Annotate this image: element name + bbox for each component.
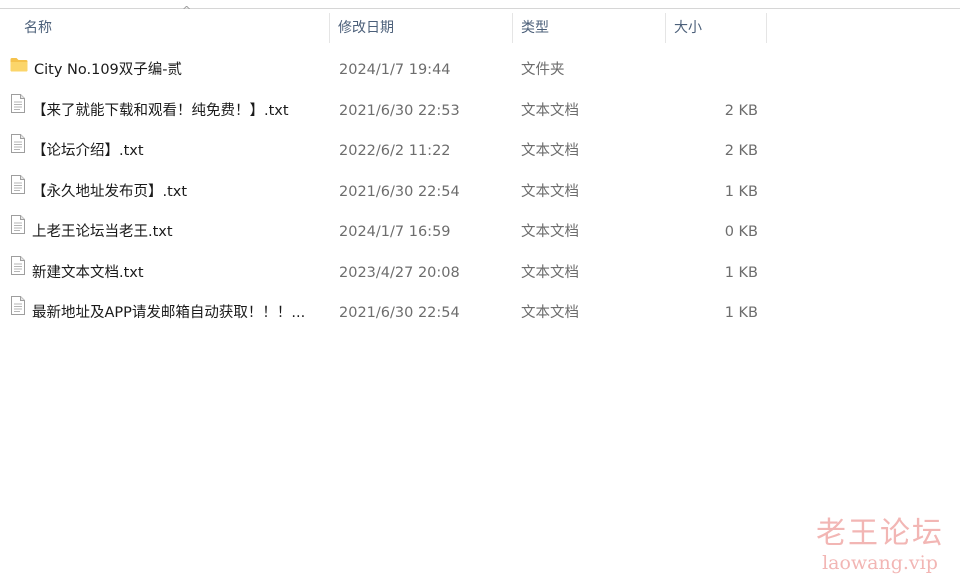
file-name-cell: City No.109双子编-贰 — [10, 50, 330, 91]
column-header-type[interactable]: 类型 — [513, 9, 666, 47]
sort-ascending-icon: ^ — [182, 4, 192, 17]
file-size: 0 KB — [724, 224, 758, 240]
column-header-type-label: 类型 — [521, 20, 549, 36]
file-row[interactable]: 【论坛介绍】.txt 2022/6/2 11:22 文本文档 2 KB — [0, 131, 780, 172]
file-type: 文本文档 — [521, 102, 579, 119]
text-file-icon — [10, 91, 26, 130]
text-file-icon — [10, 293, 26, 332]
file-name-cell: 【论坛介绍】.txt — [10, 131, 330, 172]
file-type: 文本文档 — [521, 143, 579, 159]
file-name: 【永久地址发布页】.txt — [32, 183, 188, 200]
file-row[interactable]: 上老王论坛当老王.txt 2024/1/7 16:59 文本文档 0 KB — [0, 212, 780, 253]
file-list: City No.109双子编-贰 2024/1/7 19:44 文件夹 【来了就… — [0, 50, 960, 334]
column-header-date-label: 修改日期 — [338, 20, 394, 36]
file-row[interactable]: 【永久地址发布页】.txt 2021/6/30 22:54 文本文档 1 KB — [0, 172, 780, 213]
text-file-icon — [10, 172, 26, 211]
file-name-cell: 新建文本文档.txt — [10, 253, 330, 294]
file-name-cell: 最新地址及APP请发邮箱自动获取！！！... — [10, 293, 330, 334]
text-file-icon — [10, 131, 26, 170]
column-header-size-label: 大小 — [674, 20, 702, 36]
file-date: 2021/6/30 22:53 — [339, 102, 460, 119]
text-file-icon — [10, 212, 26, 251]
file-type: 文件夹 — [521, 62, 565, 78]
file-name-cell: 上老王论坛当老王.txt — [10, 212, 330, 253]
file-size: 2 KB — [724, 102, 758, 119]
column-header-row: 名称 ^ 修改日期 类型 大小 — [0, 5, 960, 47]
file-name: 【论坛介绍】.txt — [32, 143, 144, 159]
file-name-cell: 【来了就能下载和观看！纯免费！】.txt — [10, 91, 330, 132]
file-date: 2022/6/2 11:22 — [339, 143, 451, 159]
file-row[interactable]: 新建文本文档.txt 2023/4/27 20:08 文本文档 1 KB — [0, 253, 780, 294]
column-header-size[interactable]: 大小 — [666, 9, 767, 47]
text-file-icon — [10, 253, 26, 292]
file-size: 2 KB — [724, 143, 758, 159]
file-name: City No.109双子编-贰 — [34, 62, 183, 78]
file-type: 文本文档 — [521, 305, 579, 321]
site-watermark: 老王论坛 laowang.vip — [816, 516, 944, 574]
column-header-name[interactable]: 名称 ^ — [16, 5, 330, 47]
file-row[interactable]: 最新地址及APP请发邮箱自动获取！！！... 2021/6/30 22:54 文… — [0, 293, 780, 334]
file-size: 1 KB — [724, 305, 758, 321]
file-size — [668, 50, 758, 91]
folder-icon — [10, 50, 28, 89]
file-date: 2021/6/30 22:54 — [339, 183, 460, 200]
file-row[interactable]: 【来了就能下载和观看！纯免费！】.txt 2021/6/30 22:53 文本文… — [0, 91, 780, 132]
file-name: 上老王论坛当老王.txt — [32, 224, 173, 240]
file-row[interactable]: City No.109双子编-贰 2024/1/7 19:44 文件夹 — [0, 50, 780, 91]
column-header-date[interactable]: 修改日期 — [330, 9, 513, 47]
watermark-title: 老王论坛 — [816, 516, 944, 551]
file-name: 最新地址及APP请发邮箱自动获取！！！... — [32, 305, 306, 321]
file-type: 文本文档 — [521, 264, 579, 281]
file-date: 2021/6/30 22:54 — [339, 305, 460, 321]
watermark-url: laowang.vip — [822, 552, 938, 574]
file-date: 2024/1/7 19:44 — [339, 62, 451, 78]
file-explorer-window: 名称 ^ 修改日期 类型 大小 City No.109双子编-贰 2024/1/… — [0, 0, 960, 582]
column-header-name-label: 名称 — [24, 20, 52, 36]
file-date: 2023/4/27 20:08 — [339, 264, 460, 281]
file-size: 1 KB — [724, 264, 758, 281]
file-name: 新建文本文档.txt — [32, 264, 144, 281]
file-type: 文本文档 — [521, 224, 579, 240]
file-date: 2024/1/7 16:59 — [339, 224, 451, 240]
file-name: 【来了就能下载和观看！纯免费！】.txt — [32, 102, 289, 119]
file-size: 1 KB — [724, 183, 758, 200]
file-type: 文本文档 — [521, 183, 579, 200]
file-name-cell: 【永久地址发布页】.txt — [10, 172, 330, 213]
